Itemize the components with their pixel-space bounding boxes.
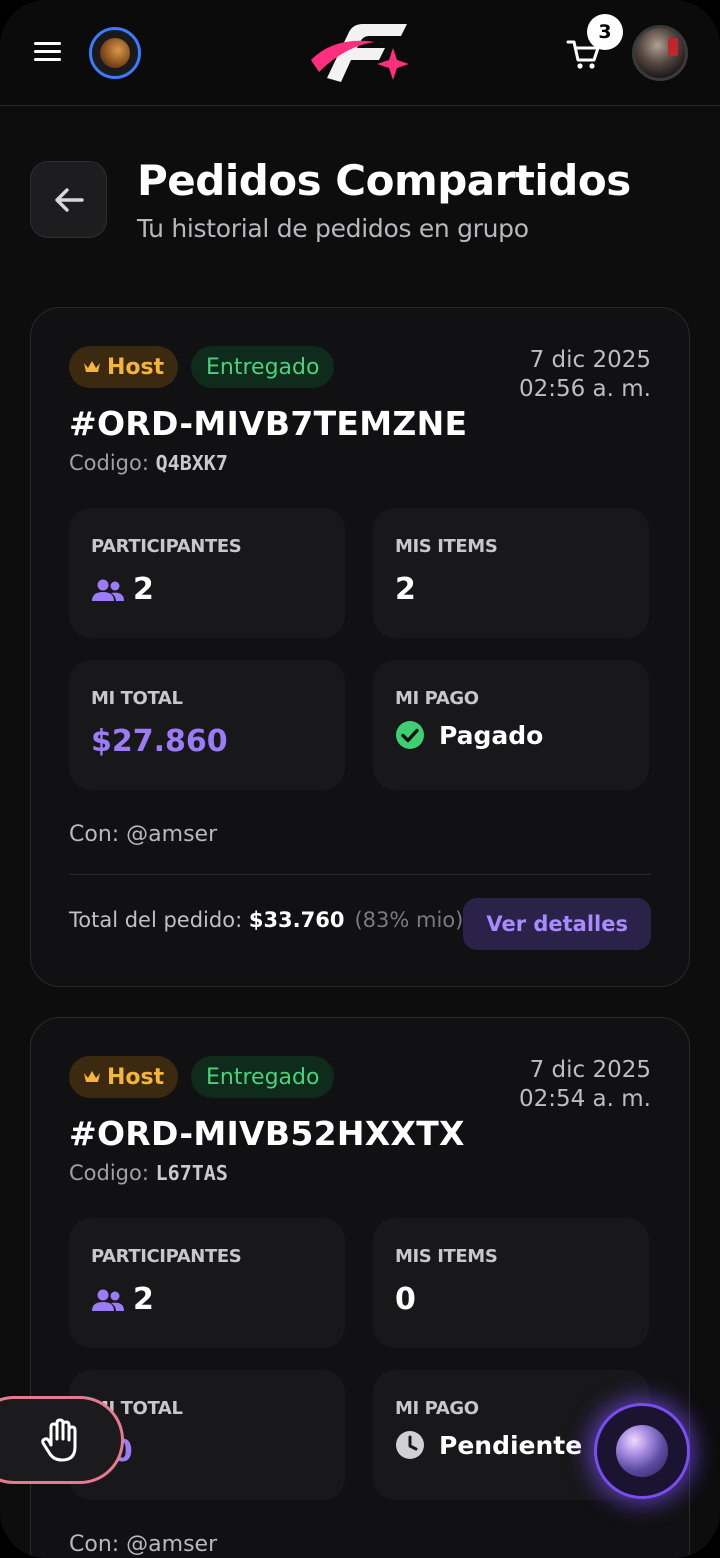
brand-logo[interactable] xyxy=(305,16,415,92)
menu-icon[interactable] xyxy=(30,38,66,68)
my-payment-stat: MI PAGO Pagado xyxy=(373,660,649,790)
order-code-label: Codigo: xyxy=(69,1161,156,1185)
order-share: (83% mio) xyxy=(354,908,464,932)
order-date-day: 7 dic 2025 xyxy=(529,347,651,373)
my-items-stat: MIS ITEMS 2 xyxy=(373,508,649,638)
order-date: 7 dic 2025 02:56 a. m. xyxy=(519,346,651,404)
host-badge: Host xyxy=(69,1056,179,1098)
order-code: Codigo: L67TAS xyxy=(69,1161,228,1185)
page-subtitle: Tu historial de pedidos en grupo xyxy=(137,214,529,243)
host-badge: Host xyxy=(69,346,179,388)
my-items-label: MIS ITEMS xyxy=(395,536,498,557)
participants-value: 2 xyxy=(133,1282,154,1317)
my-total-value: $27.860 xyxy=(91,724,228,759)
participants-stat: PARTICIPANTES 2 xyxy=(69,508,345,638)
participants-value-row: 2 xyxy=(91,1282,154,1317)
users-icon xyxy=(92,1289,124,1311)
host-label: Host xyxy=(107,354,165,380)
payment-status: Pendiente xyxy=(439,1430,583,1460)
my-total-label: MI TOTAL xyxy=(91,688,183,709)
cart-count-badge: 3 xyxy=(587,14,623,50)
page-title: Pedidos Compartidos xyxy=(137,156,631,205)
order-card: Host Entregado 7 dic 2025 02:56 a. m. #O… xyxy=(30,307,690,987)
assistant-orb-button[interactable] xyxy=(594,1403,690,1499)
top-bar: 3 xyxy=(0,0,720,106)
app-screen: 3 Pedidos Compartidos Tu historial de pe… xyxy=(0,0,720,1558)
payment-status: Pagado xyxy=(439,720,544,750)
user-avatar[interactable] xyxy=(632,25,688,81)
crown-icon xyxy=(84,361,100,372)
order-id: #ORD-MIVB52HXXTX xyxy=(69,1114,465,1153)
back-arrow-icon xyxy=(54,187,84,212)
order-code-value: L67TAS xyxy=(155,1161,228,1185)
order-id: #ORD-MIVB7TEMZNE xyxy=(69,404,468,443)
order-date-day: 7 dic 2025 xyxy=(529,1057,651,1083)
participants-stat: PARTICIPANTES 2 xyxy=(69,1218,345,1348)
my-total-stat: MI TOTAL $27.860 xyxy=(69,660,345,790)
order-code-label: Codigo: xyxy=(69,451,156,475)
status-badge: Entregado xyxy=(191,1056,335,1098)
order-code-value: Q4BXK7 xyxy=(155,451,228,475)
order-date: 7 dic 2025 02:54 a. m. xyxy=(519,1056,651,1114)
shared-with: Con: @amser xyxy=(69,822,218,847)
my-items-value: 0 xyxy=(395,1282,416,1317)
order-total-amount: $33.760 xyxy=(248,908,345,932)
my-payment-label: MI PAGO xyxy=(395,1398,479,1419)
my-items-label: MIS ITEMS xyxy=(395,1246,498,1267)
order-total-row: Total del pedido: $33.760 (83% mio) xyxy=(69,908,463,932)
users-icon xyxy=(92,579,124,601)
view-details-button[interactable]: Ver detalles xyxy=(463,898,651,950)
participants-label: PARTICIPANTES xyxy=(91,536,242,557)
order-code: Codigo: Q4BXK7 xyxy=(69,451,228,475)
assistant-orb-icon xyxy=(616,1425,668,1477)
order-total-label: Total del pedido: xyxy=(69,908,249,932)
planet-icon[interactable] xyxy=(89,27,141,79)
status-badge: Entregado xyxy=(191,346,335,388)
participants-label: PARTICIPANTES xyxy=(91,1246,242,1267)
hand-icon xyxy=(41,1418,77,1462)
participants-value-row: 2 xyxy=(91,572,154,607)
hand-button[interactable] xyxy=(0,1396,124,1484)
order-card: Host Entregado 7 dic 2025 02:54 a. m. #O… xyxy=(30,1017,690,1558)
participants-value: 2 xyxy=(133,572,154,607)
clock-icon xyxy=(396,1431,424,1459)
crown-icon xyxy=(84,1071,100,1082)
my-payment-label: MI PAGO xyxy=(395,688,479,709)
order-date-time: 02:54 a. m. xyxy=(518,1086,651,1112)
payment-status-row: Pendiente xyxy=(395,1430,582,1460)
shared-with: Con: @amser xyxy=(69,1532,218,1557)
back-button[interactable] xyxy=(30,161,107,238)
my-items-value: 2 xyxy=(395,572,416,607)
order-date-time: 02:56 a. m. xyxy=(518,376,651,402)
payment-status-row: Pagado xyxy=(395,720,543,750)
divider xyxy=(69,874,651,875)
my-items-stat: MIS ITEMS 0 xyxy=(373,1218,649,1348)
check-circle-icon xyxy=(396,721,424,749)
host-label: Host xyxy=(107,1064,165,1090)
